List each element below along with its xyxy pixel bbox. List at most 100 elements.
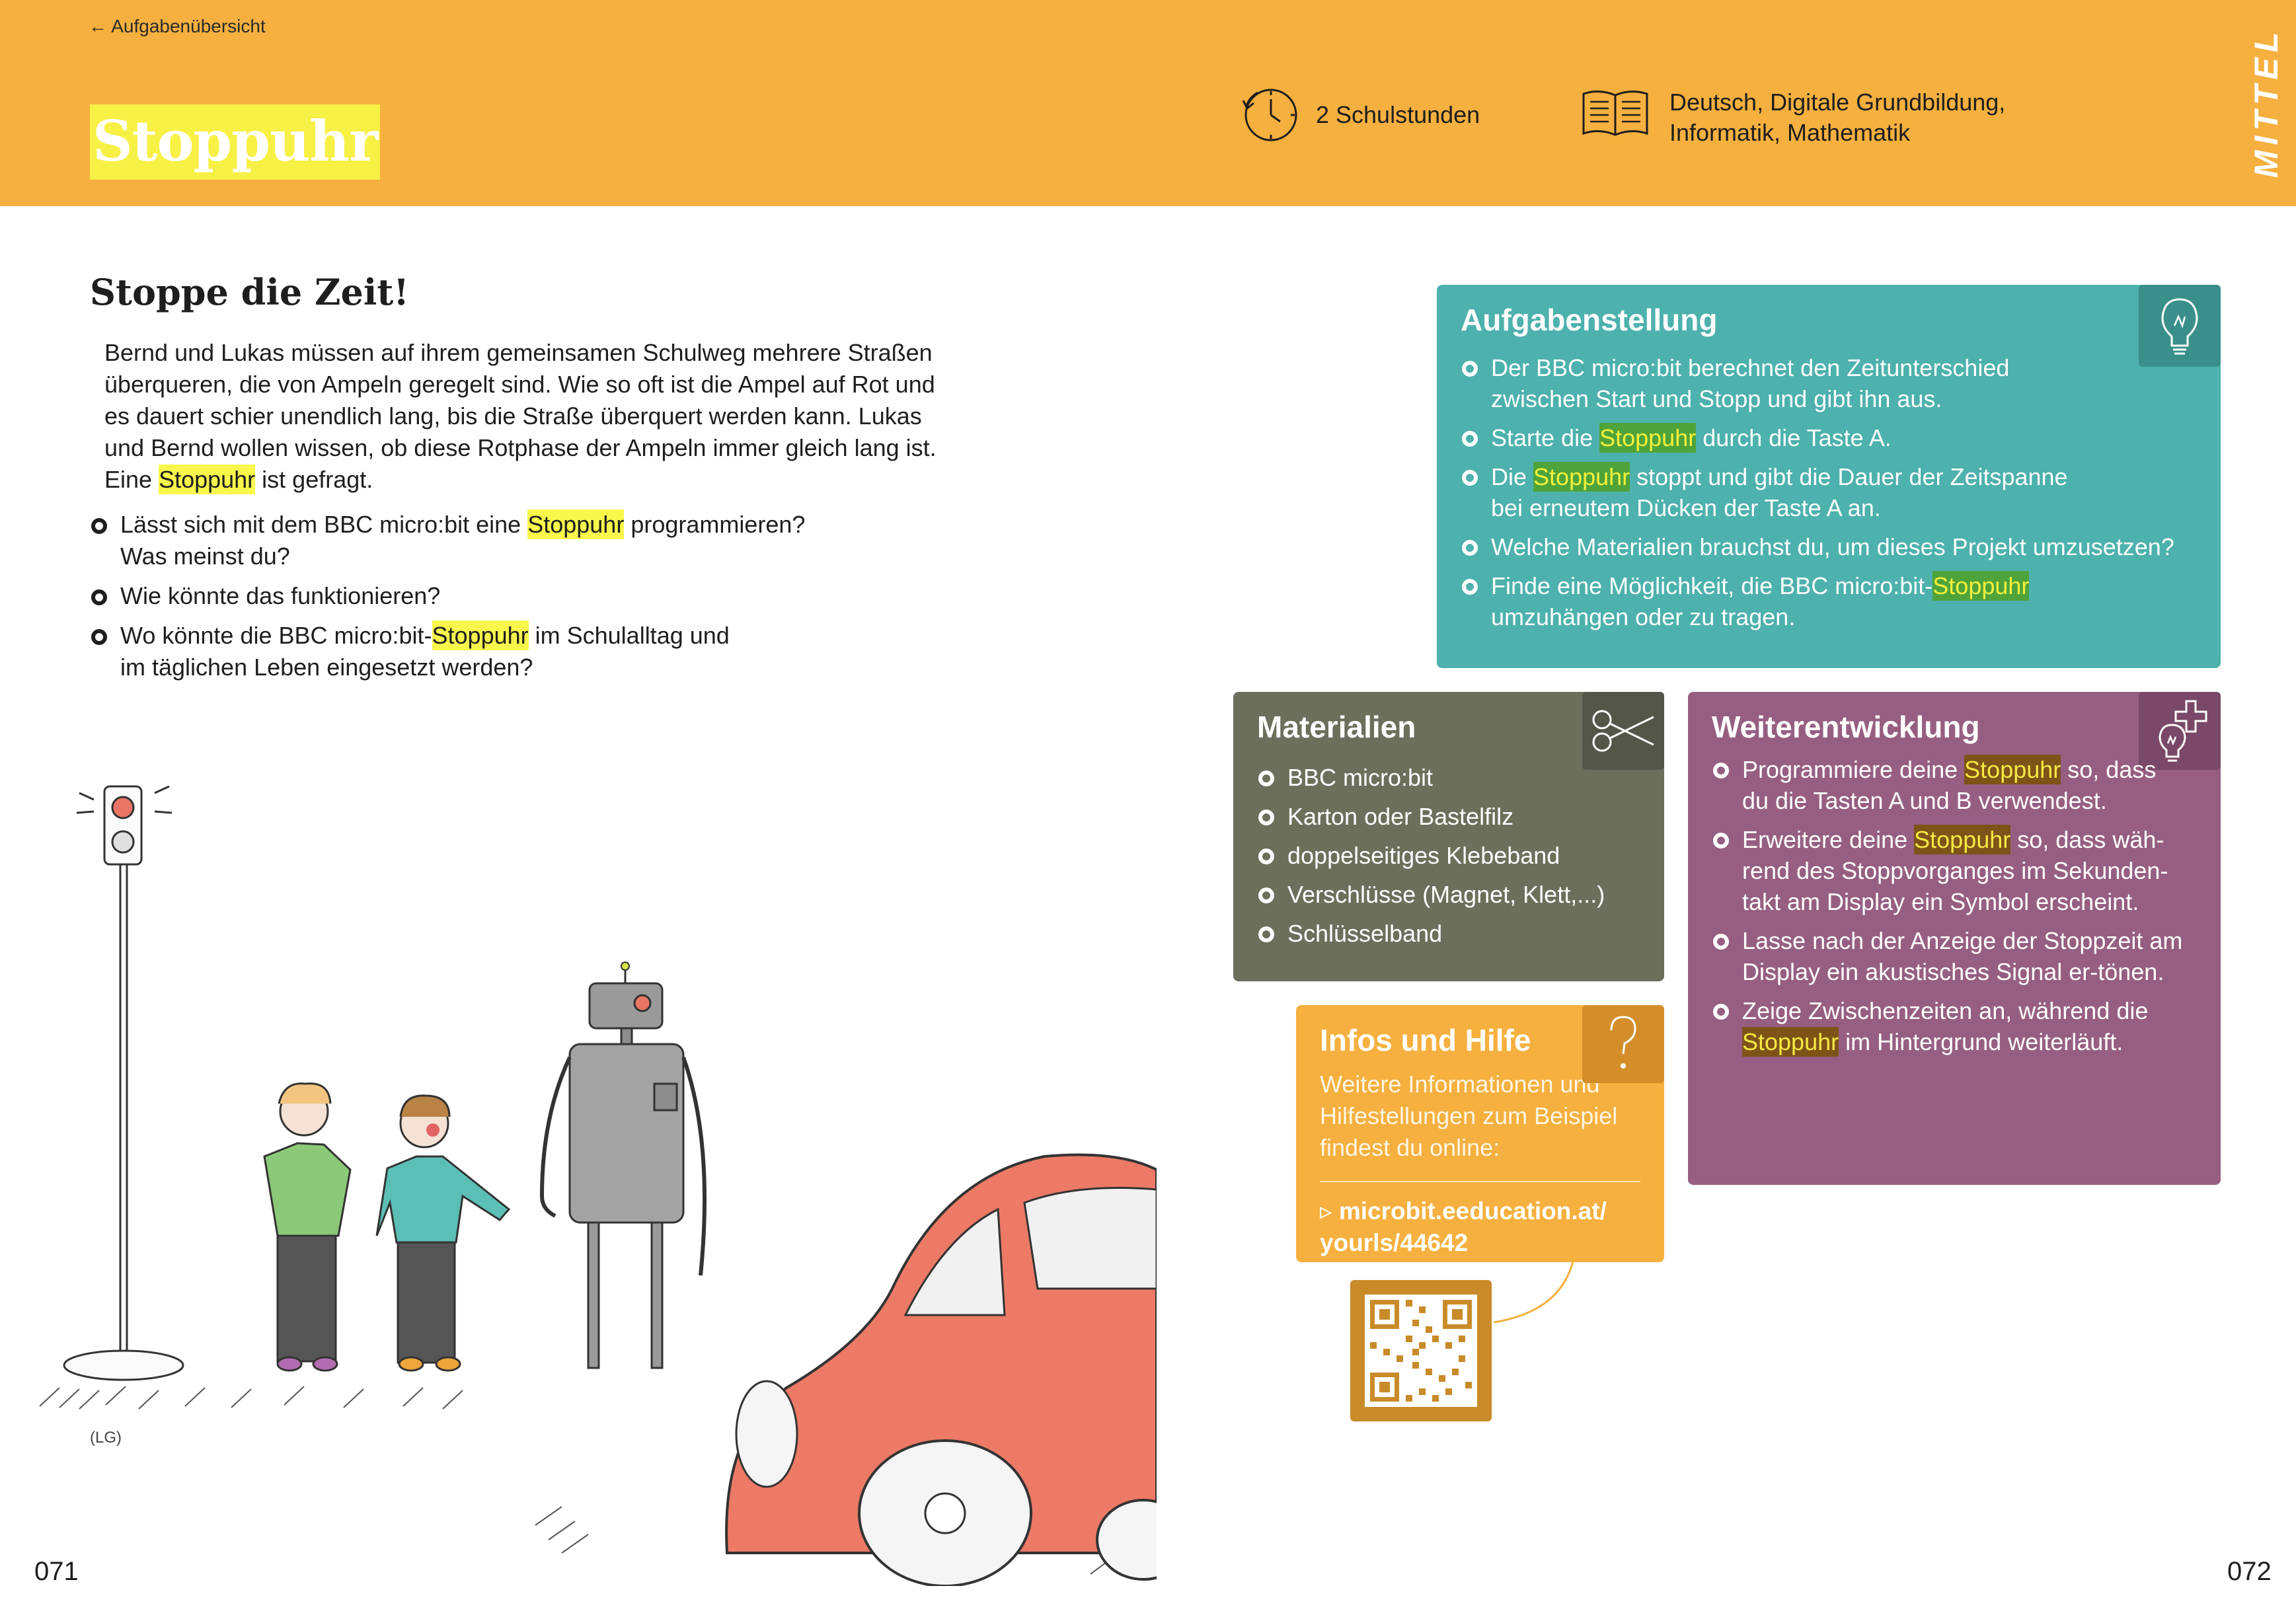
help-icon-tab [1582,1005,1664,1083]
question-text: Wie könnte das funktionieren? [120,582,441,609]
page-title: Stoppuhr [93,108,378,174]
task-item: Der BBC micro:bit berechnet den Zeitunte… [1461,352,2029,414]
question-item: Lässt sich mit dem BBC micro:bit eine St… [90,509,843,572]
materials-list: BBC micro:bit Karton oder Bastelfilz dop… [1257,762,1640,949]
qr-code[interactable] [1350,1280,1492,1421]
task-item: Finde eine Möglichkeit, die BBC micro:bi… [1461,570,2095,632]
extension-item: Zeige Zwischenzeiten an, während die Sto… [1712,995,2194,1057]
material-text: doppelseitiges Klebeband [1287,842,1560,869]
keyword-highlight: Stoppuhr [1533,462,1630,492]
page-number-right: 072 [2227,1557,2272,1586]
task-text: Welche Materialien brauchst du, um diese… [1491,533,2174,560]
help-box: Infos und Hilfe Weitere Informationen un… [1296,1005,1664,1262]
illustration-credit: (LG) [90,1429,122,1447]
duration-label: 2 Schulstunden [1316,101,1480,128]
material-text: BBC micro:bit [1287,764,1434,791]
extension-text: Programmiere deine [1742,756,1965,783]
question-mark-icon [1610,1016,1636,1069]
extension-text: im Hintergrund weiterläuft. [1839,1028,2124,1055]
extension-text: Lasse nach der Anzeige der Stoppzeit am … [1742,927,2183,985]
bullet-icon [1258,887,1274,903]
task-text: Der BBC micro:bit berechnet den Zeitunte… [1491,354,2010,412]
intro-text-after: ist gefragt. [255,466,373,493]
book-icon [1582,91,1648,136]
material-item: BBC micro:bit [1257,762,1640,793]
bullet-icon [1713,934,1729,950]
task-text: umzuhängen oder zu tragen. [1491,603,1796,630]
extension-list: Programmiere deine Stoppuhr so, dass du … [1712,754,2197,1057]
task-text: Finde eine Möglichkeit, die BBC micro:bi… [1491,572,1933,599]
bullet-icon [1258,926,1274,942]
header-band: ← Aufgabenübersicht Stoppuhr 2 Schulstun… [0,0,2296,206]
materials-icon-tab [1582,692,1664,770]
subjects-line-2: Informatik, Mathematik [1669,119,1911,146]
keyword-highlight: Stoppuhr [1932,571,2030,601]
bullet-icon [1258,810,1274,825]
child-teal-shirt [375,1094,511,1372]
bullet-icon [1462,579,1478,595]
intro-heading: Stoppe die Zeit! [90,271,409,313]
difficulty-label: MITTEL [2248,26,2285,178]
extension-box: Weiterentwicklung Programmiere deine Sto… [1688,692,2221,1185]
qr-code-icon [1365,1295,1477,1407]
bullet-icon [1713,763,1729,778]
task-item: Welche Materialien brauchst du, um diese… [1461,531,2197,562]
extension-item: Erweitere deine Stoppuhr so, dass wäh-re… [1712,824,2194,917]
keyword-highlight: Stoppuhr [1914,825,2011,854]
keyword-highlight: Stoppuhr [1599,423,1697,453]
task-item: Starte die Stoppuhr durch die Taste A. [1461,422,2197,453]
task-item: Die Stoppuhr stoppt und gibt die Dauer d… [1461,461,2095,523]
task-text: Die [1491,463,1534,490]
extension-text: Erweitere deine [1742,826,1915,853]
extension-title: Weiterentwicklung [1712,710,1980,744]
bullet-icon [1462,540,1478,556]
task-icon-tab [2139,285,2221,367]
subjects-meta: Deutsch, Digitale Grundbildung, Informat… [1580,87,2005,148]
keyword-highlight: Stoppuhr [527,510,625,539]
child-green-shirt [263,1082,352,1372]
clock-icon [1242,89,1297,141]
material-item: Karton oder Bastelfilz [1257,801,1640,832]
material-item: doppelseitiges Klebeband [1257,840,1640,871]
task-text: Starte die [1491,424,1600,451]
material-text: Verschlüsse (Magnet, Klett,...) [1287,881,1605,908]
extension-text: Zeige Zwischenzeiten an, während die [1742,997,2149,1024]
page-number-left: 071 [34,1557,79,1586]
bullet-icon [1713,833,1729,849]
help-divider [1320,1181,1640,1182]
robot [539,962,707,1369]
subjects-line-1: Deutsch, Digitale Grundbildung, [1669,89,2006,116]
bullet-icon [1258,771,1274,786]
title-highlight: Stoppuhr [90,104,381,180]
keyword-highlight: Stoppuhr [1964,755,2061,784]
scissors-icon [1592,710,1654,752]
task-text: durch die Taste A. [1696,424,1892,451]
question-list: Lässt sich mit dem BBC micro:bit eine St… [90,509,949,691]
subjects-label: Deutsch, Digitale Grundbildung, Informat… [1669,87,2005,148]
qr-connector-line [1493,1261,1574,1324]
extension-item: Programmiere deine Stoppuhr so, dass du … [1712,754,2168,816]
bullet-icon [91,589,107,605]
back-link[interactable]: ← Aufgabenübersicht [89,16,266,37]
difficulty-level: MITTEL [2248,26,2285,178]
keyword-highlight: Stoppuhr [1742,1027,1839,1057]
keyword-highlight: Stoppuhr [159,465,256,494]
red-car [725,1153,1157,1586]
help-link[interactable]: ▹ microbit.eeducation.at/ yourls/44642 [1320,1195,1640,1259]
bullet-icon [1713,1004,1729,1020]
street-illustration [39,785,1157,1586]
intro-text: Bernd und Lukas müssen auf ihrem gemeins… [104,337,964,496]
bullet-icon [1462,431,1478,447]
lightbulb-icon [2161,298,2198,355]
question-text: Wo könnte die BBC micro:bit- [120,622,432,649]
material-item: Verschlüsse (Magnet, Klett,...) [1257,879,1640,910]
bullet-icon [1462,361,1478,377]
material-text: Schlüsselband [1287,920,1443,947]
task-box: Aufgabenstellung Der BBC micro:bit berec… [1437,285,2221,668]
extension-item: Lasse nach der Anzeige der Stoppzeit am … [1712,925,2194,987]
traffic-light [63,785,184,1381]
material-item: Schlüsselband [1257,918,1640,949]
bullet-icon [1258,849,1274,864]
task-title: Aufgabenstellung [1461,303,1718,337]
bullet-icon [1462,470,1478,486]
